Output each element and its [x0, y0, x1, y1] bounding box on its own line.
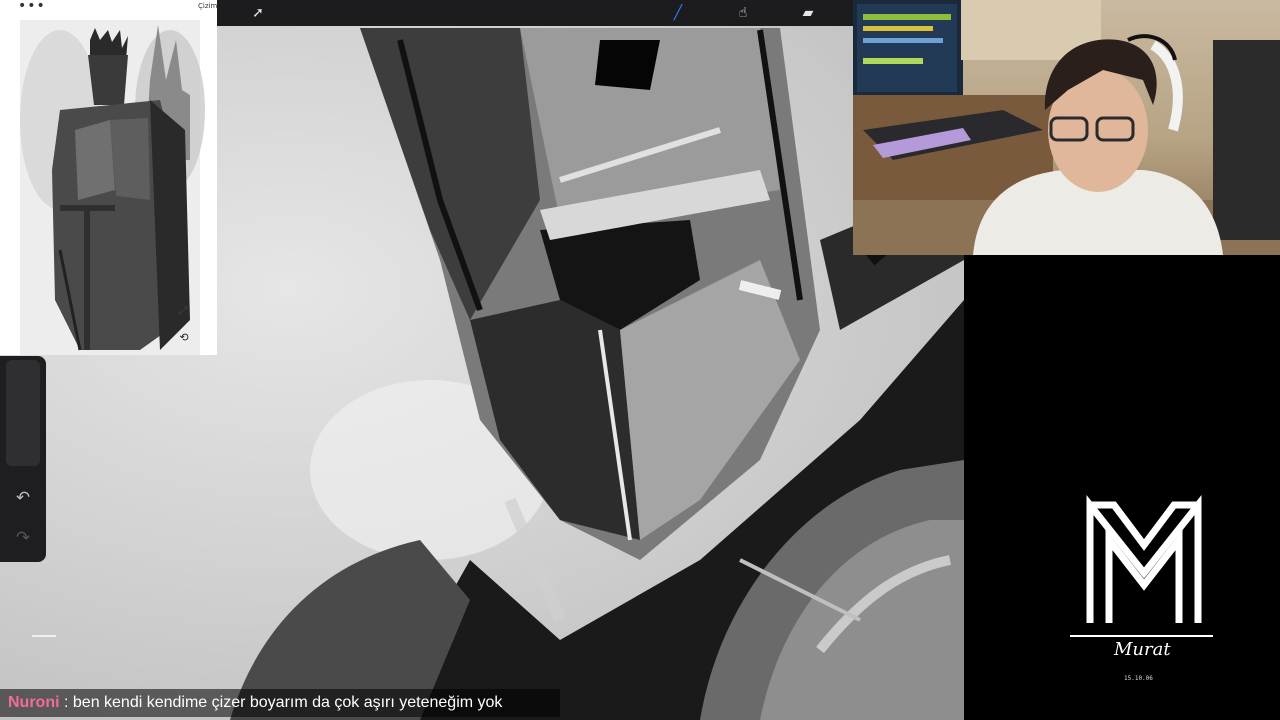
left-sidebar: ↶ ↷	[0, 356, 46, 562]
canvas-edge-marker	[32, 635, 56, 637]
chat-message: Nuroni : ben kendi kendime çizer boyarım…	[0, 689, 560, 717]
logo-divider	[1070, 635, 1213, 637]
smudge-icon[interactable]: ☝	[732, 2, 754, 24]
signature-date: 15.10.06	[1124, 675, 1153, 682]
reset-zoom-icon[interactable]: ⟲	[177, 331, 191, 345]
chat-text: ben kendi kendime çizer boyarım da çok a…	[72, 694, 503, 711]
expand-icon[interactable]: ⤢	[176, 304, 190, 318]
reference-panel[interactable]: ••• Çizim ⤢ ⟲	[0, 0, 217, 355]
chat-separator: :	[59, 694, 73, 711]
brush-size-slider[interactable]	[6, 360, 40, 466]
webcam-scene	[853, 0, 1280, 255]
redo-button[interactable]: ↷	[10, 526, 36, 550]
brush-icon[interactable]: ╱	[667, 2, 689, 24]
selection-arrow-icon[interactable]: ➚	[247, 2, 269, 24]
undo-button[interactable]: ↶	[10, 486, 36, 510]
reference-image	[20, 20, 205, 355]
logo-panel: Murat 15.10.06	[964, 255, 1280, 720]
top-toolbar: ➚ ╱ ☝ ▰	[217, 0, 853, 26]
artist-signature: Murat	[1114, 639, 1171, 660]
webcam-feed	[853, 0, 1280, 255]
eraser-icon[interactable]: ▰	[797, 2, 819, 24]
chat-username: Nuroni	[8, 694, 60, 711]
